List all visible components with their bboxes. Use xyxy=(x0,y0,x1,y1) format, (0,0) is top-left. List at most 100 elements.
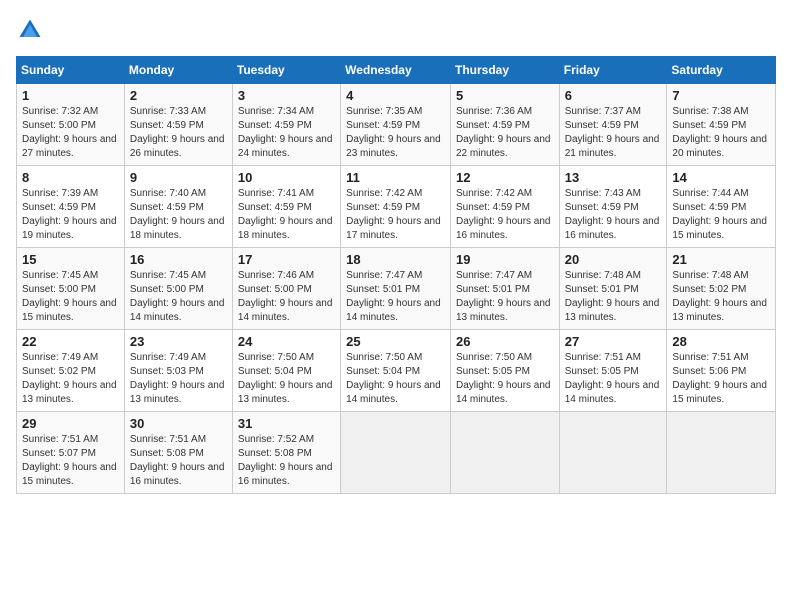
weekday-header-saturday: Saturday xyxy=(667,57,776,84)
day-info: Sunrise: 7:42 AM Sunset: 4:59 PM Dayligh… xyxy=(346,187,445,243)
day-number: 14 xyxy=(672,170,770,185)
calendar-cell xyxy=(667,412,776,494)
calendar-cell: 25Sunrise: 7:50 AM Sunset: 5:04 PM Dayli… xyxy=(341,330,451,412)
day-info: Sunrise: 7:51 AM Sunset: 5:06 PM Dayligh… xyxy=(672,351,770,407)
day-info: Sunrise: 7:32 AM Sunset: 5:00 PM Dayligh… xyxy=(22,105,119,161)
calendar-cell: 14 Sunrise: 7:44 AM Sunset: 4:59 PM Dayli… xyxy=(667,166,776,248)
weekday-header-friday: Friday xyxy=(559,57,667,84)
calendar-cell: 18 Sunrise: 7:47 AM Sunset: 5:01 PM Dayli… xyxy=(341,248,451,330)
calendar-cell: 3 Sunrise: 7:34 AM Sunset: 4:59 PM Daylig… xyxy=(232,84,340,166)
day-number: 2 xyxy=(130,88,227,103)
weekday-header-wednesday: Wednesday xyxy=(341,57,451,84)
day-number: 7 xyxy=(672,88,770,103)
calendar-cell: 22 Sunrise: 7:49 AM Sunset: 5:02 PM Dayli… xyxy=(17,330,125,412)
day-info: Sunrise: 7:34 AM Sunset: 4:59 PM Dayligh… xyxy=(238,105,335,161)
day-info: Sunrise: 7:50 AM Sunset: 5:04 PM Dayligh… xyxy=(346,351,445,407)
day-info: Sunrise: 7:45 AM Sunset: 5:00 PM Dayligh… xyxy=(130,269,227,325)
weekday-header-thursday: Thursday xyxy=(450,57,559,84)
day-info: Sunrise: 7:44 AM Sunset: 4:59 PM Dayligh… xyxy=(672,187,770,243)
day-info: Sunrise: 7:49 AM Sunset: 5:02 PM Dayligh… xyxy=(22,351,119,407)
weekday-header-row: SundayMondayTuesdayWednesdayThursdayFrid… xyxy=(17,57,776,84)
day-number: 3 xyxy=(238,88,335,103)
calendar-cell: 9Sunrise: 7:40 AM Sunset: 4:59 PM Daylig… xyxy=(124,166,232,248)
logo xyxy=(16,16,48,44)
calendar-cell: 10 Sunrise: 7:41 AM Sunset: 4:59 PM Dayli… xyxy=(232,166,340,248)
calendar-cell: 16 Sunrise: 7:45 AM Sunset: 5:00 PM Dayli… xyxy=(124,248,232,330)
calendar-cell: 12 Sunrise: 7:42 AM Sunset: 4:59 PM Dayli… xyxy=(450,166,559,248)
day-info: Sunrise: 7:35 AM Sunset: 4:59 PM Dayligh… xyxy=(346,105,445,161)
day-number: 8 xyxy=(22,170,119,185)
day-info: Sunrise: 7:45 AM Sunset: 5:00 PM Dayligh… xyxy=(22,269,119,325)
day-number: 9 xyxy=(130,170,227,185)
calendar-cell: 6Sunrise: 7:37 AM Sunset: 4:59 PM Daylig… xyxy=(559,84,667,166)
day-number: 18 xyxy=(346,252,445,267)
day-number: 28 xyxy=(672,334,770,349)
day-info: Sunrise: 7:47 AM Sunset: 5:01 PM Dayligh… xyxy=(456,269,554,325)
weekday-header-monday: Monday xyxy=(124,57,232,84)
calendar-cell: 21Sunrise: 7:48 AM Sunset: 5:02 PM Dayli… xyxy=(667,248,776,330)
day-info: Sunrise: 7:47 AM Sunset: 5:01 PM Dayligh… xyxy=(346,269,445,325)
day-number: 12 xyxy=(456,170,554,185)
day-info: Sunrise: 7:52 AM Sunset: 5:08 PM Dayligh… xyxy=(238,433,335,489)
calendar-cell: 5 Sunrise: 7:36 AM Sunset: 4:59 PM Daylig… xyxy=(450,84,559,166)
day-number: 1 xyxy=(22,88,119,103)
calendar-cell: 7 Sunrise: 7:38 AM Sunset: 4:59 PM Daylig… xyxy=(667,84,776,166)
calendar-week-3: 15 Sunrise: 7:45 AM Sunset: 5:00 PM Dayli… xyxy=(17,248,776,330)
day-number: 27 xyxy=(565,334,662,349)
calendar-cell: 8Sunrise: 7:39 AM Sunset: 4:59 PM Daylig… xyxy=(17,166,125,248)
calendar-cell: 30 Sunrise: 7:51 AM Sunset: 5:08 PM Dayli… xyxy=(124,412,232,494)
calendar-cell: 4 Sunrise: 7:35 AM Sunset: 4:59 PM Daylig… xyxy=(341,84,451,166)
day-info: Sunrise: 7:48 AM Sunset: 5:01 PM Dayligh… xyxy=(565,269,662,325)
day-info: Sunrise: 7:50 AM Sunset: 5:04 PM Dayligh… xyxy=(238,351,335,407)
day-number: 4 xyxy=(346,88,445,103)
calendar-week-5: 29 Sunrise: 7:51 AM Sunset: 5:07 PM Dayli… xyxy=(17,412,776,494)
day-info: Sunrise: 7:42 AM Sunset: 4:59 PM Dayligh… xyxy=(456,187,554,243)
calendar-cell: 26Sunrise: 7:50 AM Sunset: 5:05 PM Dayli… xyxy=(450,330,559,412)
day-number: 30 xyxy=(130,416,227,431)
day-info: Sunrise: 7:38 AM Sunset: 4:59 PM Dayligh… xyxy=(672,105,770,161)
day-info: Sunrise: 7:48 AM Sunset: 5:02 PM Dayligh… xyxy=(672,269,770,325)
day-number: 23 xyxy=(130,334,227,349)
calendar-cell: 17 Sunrise: 7:46 AM Sunset: 5:00 PM Dayli… xyxy=(232,248,340,330)
day-info: Sunrise: 7:51 AM Sunset: 5:05 PM Dayligh… xyxy=(565,351,662,407)
day-number: 29 xyxy=(22,416,119,431)
weekday-header-tuesday: Tuesday xyxy=(232,57,340,84)
calendar-cell: 15 Sunrise: 7:45 AM Sunset: 5:00 PM Dayli… xyxy=(17,248,125,330)
calendar-cell: 23 Sunrise: 7:49 AM Sunset: 5:03 PM Dayli… xyxy=(124,330,232,412)
day-number: 11 xyxy=(346,170,445,185)
calendar-cell: 13 Sunrise: 7:43 AM Sunset: 4:59 PM Dayli… xyxy=(559,166,667,248)
day-number: 22 xyxy=(22,334,119,349)
day-info: Sunrise: 7:37 AM Sunset: 4:59 PM Dayligh… xyxy=(565,105,662,161)
day-info: Sunrise: 7:36 AM Sunset: 4:59 PM Dayligh… xyxy=(456,105,554,161)
day-info: Sunrise: 7:41 AM Sunset: 4:59 PM Dayligh… xyxy=(238,187,335,243)
calendar-cell: 27 Sunrise: 7:51 AM Sunset: 5:05 PM Dayli… xyxy=(559,330,667,412)
day-number: 15 xyxy=(22,252,119,267)
calendar-cell: 11 Sunrise: 7:42 AM Sunset: 4:59 PM Dayli… xyxy=(341,166,451,248)
calendar-cell xyxy=(341,412,451,494)
day-number: 31 xyxy=(238,416,335,431)
calendar-cell: 1 Sunrise: 7:32 AM Sunset: 5:00 PM Daylig… xyxy=(17,84,125,166)
calendar-cell: 28 Sunrise: 7:51 AM Sunset: 5:06 PM Dayli… xyxy=(667,330,776,412)
day-number: 13 xyxy=(565,170,662,185)
calendar-week-1: 1 Sunrise: 7:32 AM Sunset: 5:00 PM Daylig… xyxy=(17,84,776,166)
calendar-cell xyxy=(559,412,667,494)
day-info: Sunrise: 7:46 AM Sunset: 5:00 PM Dayligh… xyxy=(238,269,335,325)
day-number: 16 xyxy=(130,252,227,267)
calendar-cell: 2 Sunrise: 7:33 AM Sunset: 4:59 PM Daylig… xyxy=(124,84,232,166)
day-info: Sunrise: 7:43 AM Sunset: 4:59 PM Dayligh… xyxy=(565,187,662,243)
calendar-cell: 20Sunrise: 7:48 AM Sunset: 5:01 PM Dayli… xyxy=(559,248,667,330)
day-info: Sunrise: 7:33 AM Sunset: 4:59 PM Dayligh… xyxy=(130,105,227,161)
day-number: 10 xyxy=(238,170,335,185)
calendar-week-4: 22 Sunrise: 7:49 AM Sunset: 5:02 PM Dayli… xyxy=(17,330,776,412)
day-number: 17 xyxy=(238,252,335,267)
day-info: Sunrise: 7:51 AM Sunset: 5:07 PM Dayligh… xyxy=(22,433,119,489)
day-number: 5 xyxy=(456,88,554,103)
calendar-cell xyxy=(450,412,559,494)
calendar-cell: 19Sunrise: 7:47 AM Sunset: 5:01 PM Dayli… xyxy=(450,248,559,330)
calendar-cell: 31 Sunrise: 7:52 AM Sunset: 5:08 PM Dayli… xyxy=(232,412,340,494)
day-info: Sunrise: 7:51 AM Sunset: 5:08 PM Dayligh… xyxy=(130,433,227,489)
day-info: Sunrise: 7:49 AM Sunset: 5:03 PM Dayligh… xyxy=(130,351,227,407)
calendar-cell: 29 Sunrise: 7:51 AM Sunset: 5:07 PM Dayli… xyxy=(17,412,125,494)
day-number: 26 xyxy=(456,334,554,349)
logo-icon xyxy=(16,16,44,44)
